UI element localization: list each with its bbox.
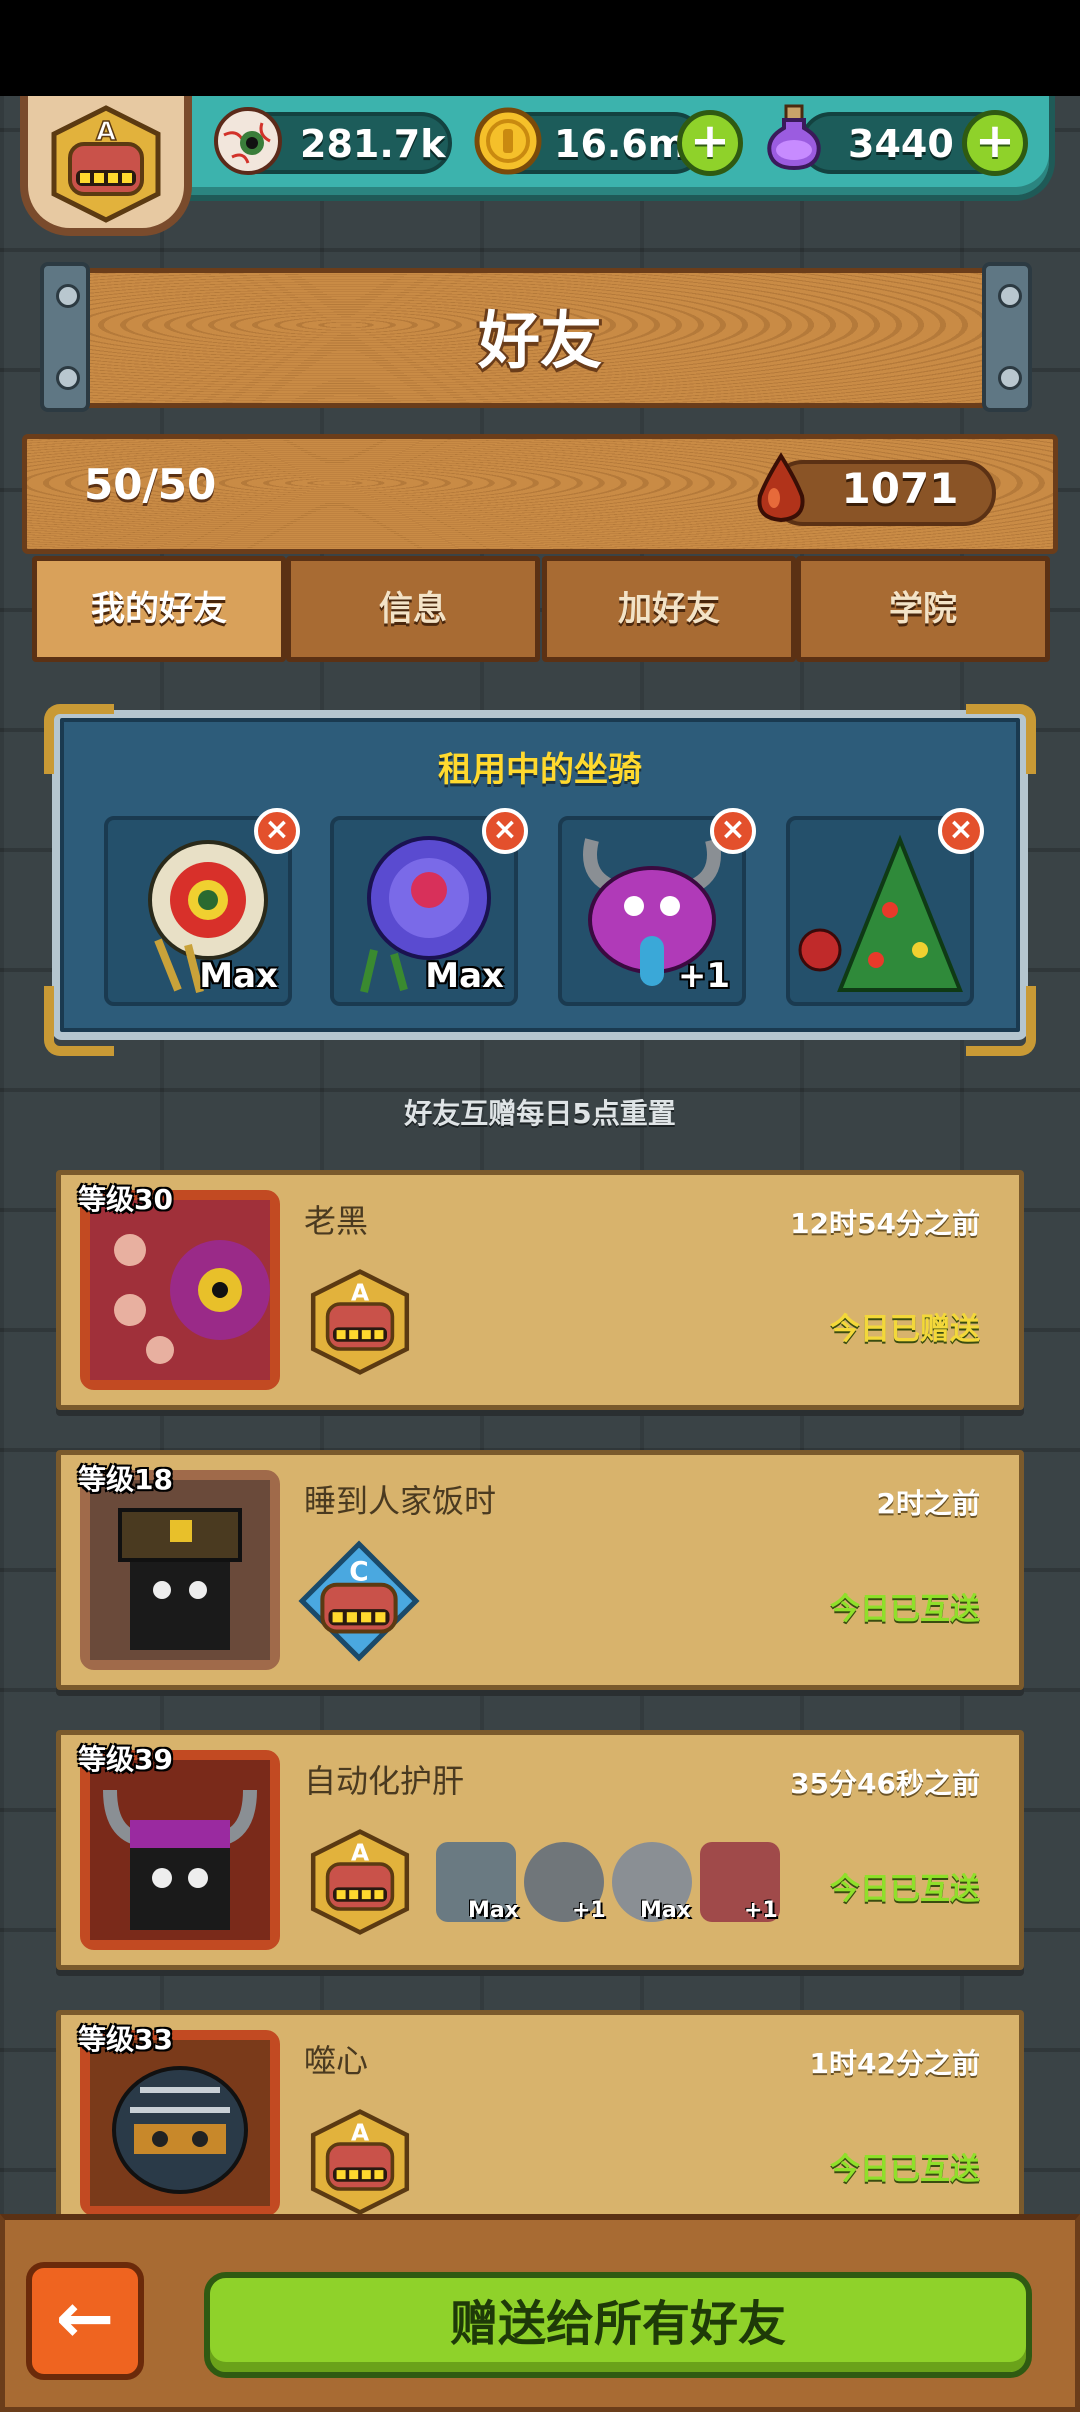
friend-level: 等级30 (78, 1183, 173, 1216)
reset-note: 好友互赠每日5点重置 (404, 1097, 676, 1130)
friend-name: 老黑 (304, 1202, 369, 1240)
rank-letter: C (349, 1557, 368, 1588)
friend-last-seen: 12时54分之前 (790, 1207, 980, 1240)
friend-name: 自动化护肝 (304, 1762, 465, 1800)
friend-last-seen: 2时之前 (876, 1487, 980, 1520)
friend-gift-status: 今日已互送 (830, 1872, 980, 1907)
back-button[interactable]: ← (26, 2262, 144, 2380)
remove-mount-button[interactable]: × (938, 808, 984, 854)
eyes-value: 281.7k (300, 122, 446, 166)
friend-name: 睡到人家饭时 (304, 1482, 497, 1520)
coin-icon (474, 107, 542, 175)
remove-mount-button[interactable]: × (254, 808, 300, 854)
rented-mounts-title: 租用中的坐骑 (438, 750, 642, 790)
hat-monster-icon (90, 1480, 270, 1660)
friend-portrait (80, 1750, 280, 1950)
add-coins-button[interactable]: + (677, 110, 743, 176)
friend-mount-label: +1 (572, 1898, 606, 1923)
arrow-left-icon: ← (55, 2277, 115, 2359)
player-avatar-frame[interactable]: A (20, 96, 192, 236)
potion-icon (767, 104, 821, 171)
friend-mount-label: Max (640, 1898, 691, 1923)
helmet-monster-icon (90, 2040, 270, 2206)
mount-level-label: Max (199, 956, 278, 996)
rank-a-badge-icon: A (310, 1269, 410, 1375)
tab-add-friend[interactable]: 加好友 (542, 556, 796, 662)
rank-letter: A (351, 2118, 369, 2146)
remove-mount-button[interactable]: × (482, 808, 528, 854)
tab-messages[interactable]: 信息 (286, 556, 540, 662)
player-rank-badge-icon: A (51, 105, 161, 223)
potions-value: 3440 (848, 122, 954, 166)
friend-count: 50/50 (84, 460, 217, 509)
coins-value: 16.6m (554, 122, 688, 166)
friend-portrait (80, 1470, 280, 1670)
christmas-tree-mount-icon (798, 834, 963, 992)
gift-all-friends-button[interactable]: 赠送给所有好友 (204, 2272, 1032, 2378)
friend-mount-label: Max (468, 1898, 519, 1923)
mount-level-label: Max (425, 956, 504, 996)
player-rank-letter: A (96, 117, 116, 147)
friend-name: 噬心 (304, 2042, 369, 2080)
rank-letter: A (351, 1278, 369, 1306)
status-bar (0, 0, 1080, 96)
tab-academy[interactable]: 学院 (796, 556, 1050, 662)
tab-my-friends[interactable]: 我的好友 (32, 556, 286, 662)
blood-drop-icon (757, 452, 805, 523)
friend-level: 等级33 (78, 2023, 173, 2056)
tentacle-monster-icon (90, 1200, 270, 1380)
friend-portrait (80, 1190, 280, 1390)
remove-mount-button[interactable]: × (710, 808, 756, 854)
panel-corner (966, 986, 1036, 1056)
friend-level: 等级18 (78, 1463, 173, 1496)
rank-c-badge-icon: C (298, 1540, 420, 1662)
mount-level-label: +1 (677, 956, 730, 996)
eyeball-icon (214, 107, 282, 175)
rank-a-badge-icon: A (310, 2109, 410, 2215)
friend-gift-status: 今日已赠送 (830, 1312, 980, 1347)
page-title: 好友 (477, 304, 602, 377)
friend-last-seen: 1时42分之前 (809, 2047, 980, 2080)
rank-a-badge-icon: A (310, 1829, 410, 1935)
add-potions-button[interactable]: + (962, 110, 1028, 176)
friend-level: 等级39 (78, 1743, 173, 1776)
horned-monster-icon (90, 1760, 270, 1940)
blood-value: 1071 (841, 464, 959, 513)
friend-last-seen: 35分46秒之前 (790, 1767, 980, 1800)
friend-gift-status: 今日已互送 (830, 1592, 980, 1627)
rank-letter: A (351, 1838, 369, 1866)
friend-gift-status: 今日已互送 (830, 2152, 980, 2187)
friend-mount-label: +1 (744, 1898, 778, 1923)
